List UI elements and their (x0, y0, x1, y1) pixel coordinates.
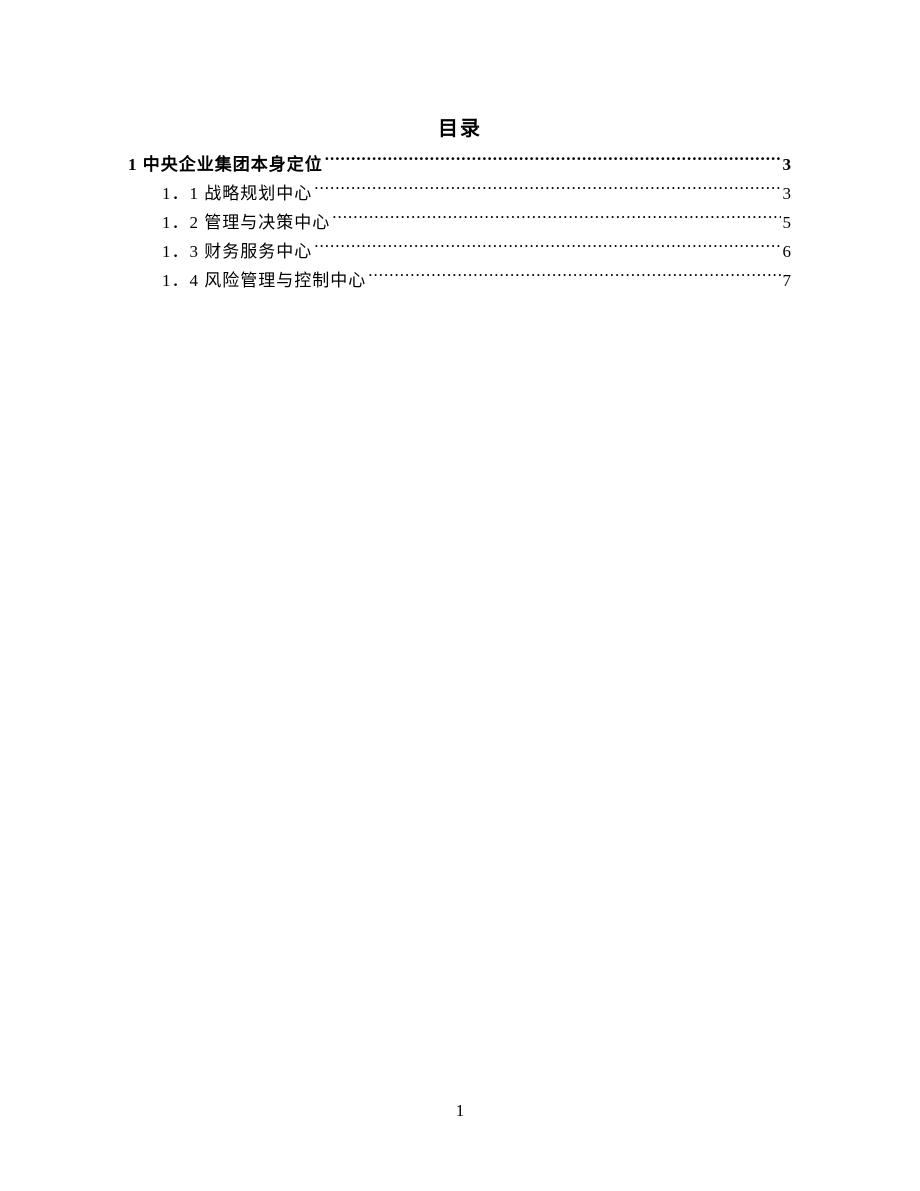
toc-entry-chapter: 1 中央企业集团本身定位 3 (128, 151, 792, 180)
toc-entry-label: 1．2 管理与决策中心 (162, 209, 330, 238)
toc-entry-label: 1 中央企业集团本身定位 (128, 151, 323, 180)
toc-leader (325, 153, 781, 170)
toc-entry-page: 3 (783, 151, 793, 180)
toc-title: 目录 (128, 112, 792, 141)
toc-leader (314, 240, 780, 257)
toc-entry-page: 7 (783, 267, 793, 296)
toc-entry-page: 6 (783, 238, 793, 267)
toc-entry-label: 1．3 财务服务中心 (162, 238, 312, 267)
toc-entry-section: 1．2 管理与决策中心 5 (128, 209, 792, 238)
toc-leader (368, 269, 780, 286)
toc-entry-section: 1．1 战略规划中心 3 (128, 180, 792, 209)
toc-entry-page: 5 (783, 209, 793, 238)
toc-entry-label: 1．1 战略规划中心 (162, 180, 312, 209)
toc-leader (314, 182, 780, 199)
toc-entry-section: 1．3 财务服务中心 6 (128, 238, 792, 267)
toc-entry-page: 3 (783, 180, 793, 209)
toc-entry-label: 1．4 风险管理与控制中心 (162, 267, 366, 296)
toc-entry-section: 1．4 风险管理与控制中心 7 (128, 267, 792, 296)
page-number: 1 (0, 1101, 920, 1121)
toc-leader (332, 211, 780, 228)
